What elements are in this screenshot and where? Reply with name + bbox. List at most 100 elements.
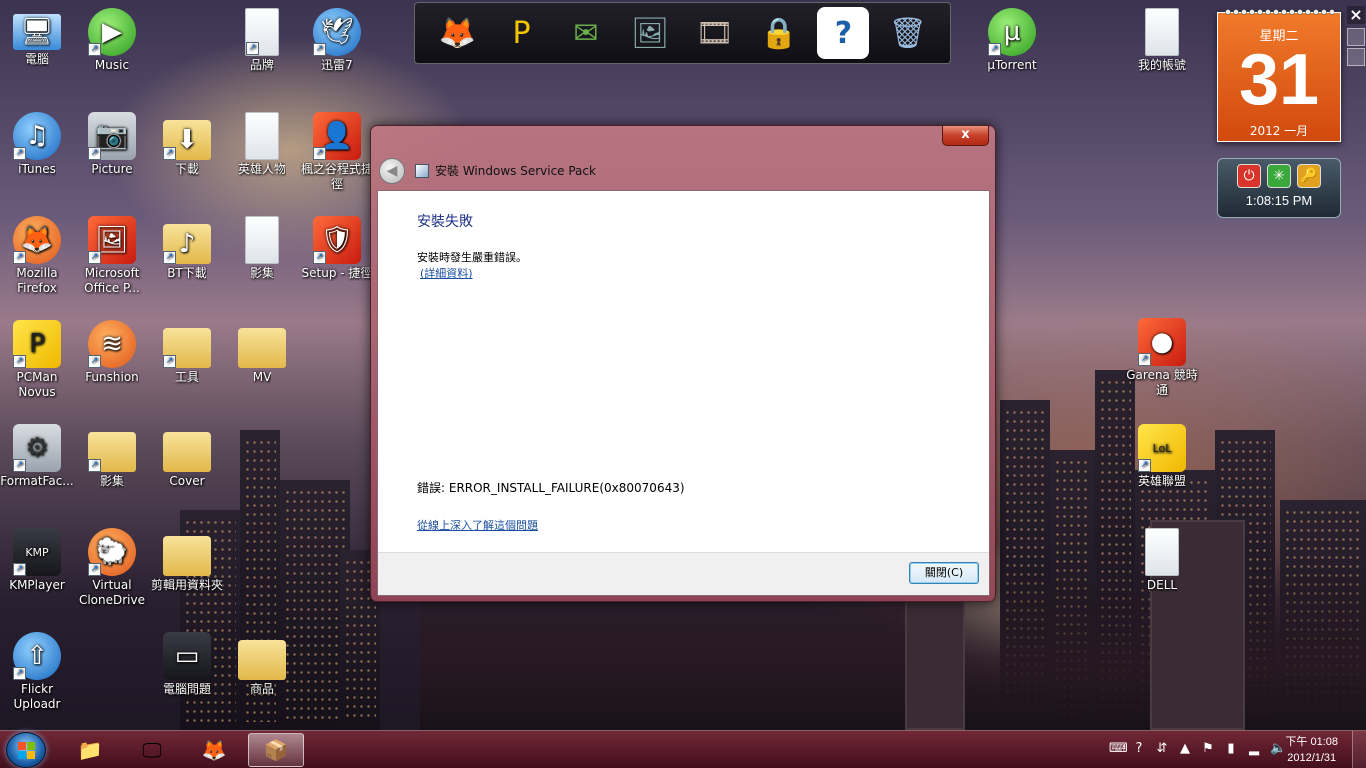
desktop-icon[interactable]: 📷 ↗ Picture xyxy=(75,112,149,177)
league-of-legends-icon: LoL ↗ xyxy=(1138,424,1186,472)
desktop-icon[interactable]: DELL xyxy=(1125,528,1199,593)
desktop-icon[interactable]: 🛡 ↗ Setup - 捷徑 xyxy=(300,216,374,281)
error-code-text: 錯誤: ERROR_INSTALL_FAILURE(0x80070643) xyxy=(417,481,685,495)
itunes-icon: ♫ ↗ xyxy=(13,112,61,160)
folder-icon: ↗ xyxy=(88,432,136,472)
desktop-icon[interactable]: 影集 xyxy=(225,216,299,281)
camera-icon: 📷 ↗ xyxy=(88,112,136,160)
desktop-icon[interactable]: 英雄人物 xyxy=(225,112,299,177)
padlock-icon[interactable]: 🔒 xyxy=(753,7,805,59)
desktop-icon-label: µTorrent xyxy=(987,58,1037,72)
network-icon[interactable]: ▂ xyxy=(1247,741,1261,756)
desktop-icon[interactable]: ⚙ ↗ FormatFac... xyxy=(0,424,74,489)
taskbar-installer[interactable]: 📦 xyxy=(248,733,304,767)
back-arrow-icon[interactable]: ◀ xyxy=(379,158,405,184)
recycle-bin-icon[interactable]: 🗑 xyxy=(882,7,934,59)
show-desktop-button[interactable] xyxy=(1352,731,1366,768)
desktop-icon[interactable]: P ↗ PCMan Novus xyxy=(0,320,74,400)
desktop-icon[interactable]: ↗ 工具 xyxy=(150,320,224,385)
show-hidden-icons[interactable]: ▲ xyxy=(1178,741,1192,756)
arrow-tray-icon[interactable]: ⇵ xyxy=(1155,741,1169,756)
desktop-icon-label: 品牌 xyxy=(249,58,274,72)
photos-icon[interactable]: 🖼 xyxy=(624,7,676,59)
shortcut-arrow-icon: ↗ xyxy=(88,43,101,56)
desktop-icon[interactable]: 商品 xyxy=(225,632,299,697)
desktop-icon[interactable]: µ ↗ µTorrent xyxy=(975,8,1049,73)
desktop-icon[interactable]: ● ↗ Garena 競時通 xyxy=(1125,318,1199,398)
desktop-icon[interactable]: 🕊 ↗ 迅雷7 xyxy=(300,8,374,73)
desktop-icon[interactable]: 🖼 ↗ Microsoft Office P... xyxy=(75,216,149,296)
taskbar-date: 2012/1/31 xyxy=(1287,752,1337,764)
desktop-icon[interactable]: ↗ 影集 xyxy=(75,424,149,489)
calendar-gadget[interactable]: 星期二 31 2012 一月 xyxy=(1217,7,1341,142)
desktop-icon[interactable]: LoL ↗ 英雄聯盟 xyxy=(1125,424,1199,489)
power-icon[interactable]: ▮ xyxy=(1224,741,1238,756)
folder-icon xyxy=(163,432,211,472)
shortcut-arrow-icon: ↗ xyxy=(13,251,26,264)
kmplayer-icon: 🖵 xyxy=(142,738,162,762)
thunder-bird-icon: 🕊 ↗ xyxy=(313,8,361,56)
dialog-content: 安裝失敗 安裝時發生嚴重錯誤。 (詳細資料) 錯誤: ERROR_INSTALL… xyxy=(377,190,990,596)
keyboard-icon[interactable]: ⌨ xyxy=(1109,741,1128,756)
help-tray-icon[interactable]: ? xyxy=(1132,741,1146,756)
help-icon[interactable]: ? xyxy=(817,7,870,59)
desktop-icon[interactable]: ↗ 品牌 xyxy=(225,8,299,73)
desktop-icon[interactable]: 🐑 ↗ Virtual CloneDrive xyxy=(75,528,149,608)
desktop-icon[interactable]: ⬇ ↗ 下載 xyxy=(150,112,224,177)
format-factory-icon: ⚙ ↗ xyxy=(13,424,61,472)
restart-icon[interactable]: ✳ xyxy=(1267,164,1291,188)
service-pack-dialog: x ◀ 安裝 Windows Service Pack 安裝失敗 安裝時發生嚴重… xyxy=(370,125,996,602)
gadget-side-controls[interactable] xyxy=(1347,28,1365,68)
desktop-icon[interactable]: ♪ ↗ BT下載 xyxy=(150,216,224,281)
desktop-icon[interactable]: MV xyxy=(225,320,299,385)
taskbar-firefox[interactable]: 🦊 xyxy=(186,733,242,767)
desktop-icon[interactable]: ♫ ↗ iTunes xyxy=(0,112,74,177)
taskbar-explorer[interactable]: 📁 xyxy=(62,733,118,767)
folder-icon xyxy=(238,640,286,680)
calendar-rings xyxy=(1224,7,1334,17)
taskbar-kmplayer[interactable]: 🖵 xyxy=(124,733,180,767)
flag-icon[interactable]: ⚑ xyxy=(1201,741,1215,756)
document-icon: ↗ xyxy=(245,8,279,56)
shortcut-arrow-icon: ↗ xyxy=(163,355,176,368)
desktop-icon-label: FormatFac... xyxy=(0,474,74,488)
dialog-message: 安裝時發生嚴重錯誤。 xyxy=(417,251,527,264)
desktop-icon[interactable]: 🖥 電腦 xyxy=(0,8,74,67)
desktop-icon[interactable]: 剪輯用資料夾 xyxy=(150,528,224,593)
utorrent-icon: µ ↗ xyxy=(988,8,1036,56)
desktop-icon-label: PCMan Novus xyxy=(16,370,58,399)
clone-drive-sheep-icon: 🐑 ↗ xyxy=(88,528,136,576)
lock-key-icon[interactable]: 🔑 xyxy=(1297,164,1321,188)
desktop-icon[interactable]: ▶ ↗ Music xyxy=(75,8,149,73)
desktop-icon[interactable]: 👤 ↗ 楓之谷程式捷徑 xyxy=(300,112,374,192)
learn-more-online-link[interactable]: 從線上深入了解這個問題 xyxy=(417,517,538,533)
details-link[interactable]: (詳細資料) xyxy=(420,265,473,281)
dialog-close-x-button[interactable]: x xyxy=(942,126,989,146)
desktop-icon[interactable]: 🦊 ↗ Mozilla Firefox xyxy=(0,216,74,296)
power-off-icon[interactable]: ⏻ xyxy=(1237,164,1261,188)
pcman-icon[interactable]: P xyxy=(496,7,548,59)
shortcut-arrow-icon: ↗ xyxy=(13,355,26,368)
desktop-icon[interactable]: 我的帳號 xyxy=(1125,8,1199,73)
firefox-icon[interactable]: 🦊 xyxy=(431,7,483,59)
desktop-icon[interactable]: ⇧ ↗ Flickr Uploadr xyxy=(0,632,74,712)
desktop-icon-label: 我的帳號 xyxy=(1137,58,1186,72)
volume-icon[interactable]: 🔈 xyxy=(1270,741,1286,756)
mail-icon[interactable]: ✉ xyxy=(560,7,612,59)
taskbar-clock[interactable]: 下午 01:08 2012/1/31 xyxy=(1285,734,1338,766)
shutdown-clock-gadget: ⏻ ✳ 🔑 1:08:15 PM xyxy=(1217,158,1341,218)
desktop-icon-label: Setup - 捷徑 xyxy=(301,266,373,280)
start-button[interactable] xyxy=(6,732,46,768)
desktop-icon[interactable]: ▭ 電腦問題 xyxy=(150,632,224,697)
film-reel-icon[interactable]: 🎞 xyxy=(689,7,741,59)
desktop-icon-label: Flickr Uploadr xyxy=(13,682,61,711)
desktop-icon[interactable]: Cover xyxy=(150,424,224,489)
close-button[interactable]: 關閉(C) xyxy=(909,562,979,584)
gadget-close-icon[interactable]: × xyxy=(1347,6,1365,24)
shortcut-arrow-icon: ↗ xyxy=(88,147,101,160)
desktop-icon[interactable]: KMP ↗ KMPlayer xyxy=(0,528,74,593)
desktop-icon-label: 影集 xyxy=(99,474,124,488)
desktop-icon-label: Garena 競時通 xyxy=(1126,368,1198,397)
shortcut-arrow-icon: ↗ xyxy=(13,563,26,576)
desktop-icon[interactable]: ≋ ↗ Funshion xyxy=(75,320,149,385)
